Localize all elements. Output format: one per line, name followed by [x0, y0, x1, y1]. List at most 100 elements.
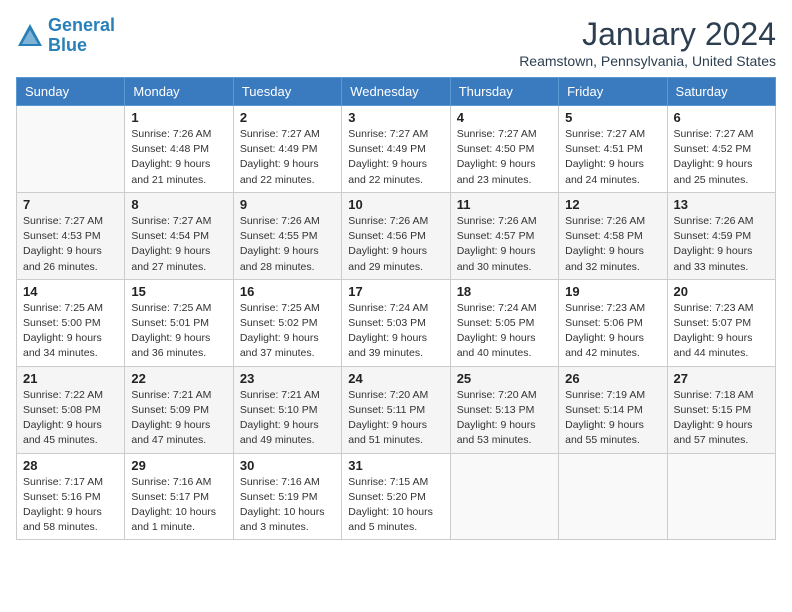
day-number: 28 — [23, 458, 118, 473]
day-info: Sunrise: 7:18 AMSunset: 5:15 PMDaylight:… — [674, 388, 769, 449]
day-info: Sunrise: 7:23 AMSunset: 5:07 PMDaylight:… — [674, 301, 769, 362]
weekday-header-saturday: Saturday — [667, 78, 775, 106]
day-number: 17 — [348, 284, 443, 299]
calendar-cell: 16 Sunrise: 7:25 AMSunset: 5:02 PMDayligh… — [233, 279, 341, 366]
day-info: Sunrise: 7:26 AMSunset: 4:48 PMDaylight:… — [131, 127, 226, 188]
calendar-cell: 4Sunrise: 7:27 AMSunset: 4:50 PMDaylight… — [450, 106, 558, 193]
location: Reamstown, Pennsylvania, United States — [519, 53, 776, 69]
weekday-header-monday: Monday — [125, 78, 233, 106]
day-number: 26 — [565, 371, 660, 386]
day-info: Sunrise: 7:19 AMSunset: 5:14 PMDaylight:… — [565, 388, 660, 449]
calendar-cell: 13Sunrise: 7:26 AMSunset: 4:59 PMDayligh… — [667, 192, 775, 279]
day-number: 8 — [131, 197, 226, 212]
calendar-cell: 12 Sunrise: 7:26 AMSunset: 4:58 PMDayligh… — [559, 192, 667, 279]
calendar-week-5: 28 Sunrise: 7:17 AMSunset: 5:16 PMDayligh… — [17, 453, 776, 540]
day-info: Sunrise: 7:16 AMSunset: 5:19 PMDaylight:… — [240, 475, 335, 536]
calendar-cell: 28 Sunrise: 7:17 AMSunset: 5:16 PMDayligh… — [17, 453, 125, 540]
day-info: Sunrise: 7:27 AMSunset: 4:52 PMDaylight:… — [674, 127, 769, 188]
calendar-cell: 29 Sunrise: 7:16 AMSunset: 5:17 PMDayligh… — [125, 453, 233, 540]
calendar-week-3: 14 Sunrise: 7:25 AMSunset: 5:00 PMDayligh… — [17, 279, 776, 366]
calendar-cell — [667, 453, 775, 540]
calendar-cell: 7 Sunrise: 7:27 AMSunset: 4:53 PMDaylight… — [17, 192, 125, 279]
day-info: Sunrise: 7:27 AMSunset: 4:49 PMDaylight:… — [348, 127, 443, 188]
day-number: 31 — [348, 458, 443, 473]
day-number: 6 — [674, 110, 769, 125]
day-number: 3 — [348, 110, 443, 125]
title-block: January 2024 Reamstown, Pennsylvania, Un… — [519, 16, 776, 69]
day-info: Sunrise: 7:17 AMSunset: 5:16 PMDaylight:… — [23, 475, 118, 536]
day-number: 20 — [674, 284, 769, 299]
day-number: 27 — [674, 371, 769, 386]
calendar-cell: 1 Sunrise: 7:26 AMSunset: 4:48 PMDaylight… — [125, 106, 233, 193]
calendar-cell: 5Sunrise: 7:27 AMSunset: 4:51 PMDaylight… — [559, 106, 667, 193]
logo: General Blue — [16, 16, 115, 56]
day-info: Sunrise: 7:25 AMSunset: 5:01 PMDaylight:… — [131, 301, 226, 362]
day-number: 10 — [348, 197, 443, 212]
weekday-header-row: SundayMondayTuesdayWednesdayThursdayFrid… — [17, 78, 776, 106]
day-info: Sunrise: 7:25 AMSunset: 5:02 PMDaylight:… — [240, 301, 335, 362]
calendar-cell: 6 Sunrise: 7:27 AMSunset: 4:52 PMDaylight… — [667, 106, 775, 193]
day-info: Sunrise: 7:26 AMSunset: 4:55 PMDaylight:… — [240, 214, 335, 275]
calendar-week-4: 21 Sunrise: 7:22 AMSunset: 5:08 PMDayligh… — [17, 366, 776, 453]
day-number: 13 — [674, 197, 769, 212]
calendar-cell: 8 Sunrise: 7:27 AMSunset: 4:54 PMDaylight… — [125, 192, 233, 279]
day-number: 18 — [457, 284, 552, 299]
day-number: 29 — [131, 458, 226, 473]
weekday-header-thursday: Thursday — [450, 78, 558, 106]
day-number: 24 — [348, 371, 443, 386]
calendar-cell: 17 Sunrise: 7:24 AMSunset: 5:03 PMDayligh… — [342, 279, 450, 366]
logo-line2: Blue — [48, 35, 87, 55]
day-info: Sunrise: 7:25 AMSunset: 5:00 PMDaylight:… — [23, 301, 118, 362]
day-info: Sunrise: 7:21 AMSunset: 5:09 PMDaylight:… — [131, 388, 226, 449]
day-number: 7 — [23, 197, 118, 212]
calendar-cell: 20 Sunrise: 7:23 AMSunset: 5:07 PMDayligh… — [667, 279, 775, 366]
day-info: Sunrise: 7:24 AMSunset: 5:05 PMDaylight:… — [457, 301, 552, 362]
calendar-cell: 3 Sunrise: 7:27 AMSunset: 4:49 PMDaylight… — [342, 106, 450, 193]
day-info: Sunrise: 7:16 AMSunset: 5:17 PMDaylight:… — [131, 475, 226, 536]
day-info: Sunrise: 7:27 AMSunset: 4:54 PMDaylight:… — [131, 214, 226, 275]
day-number: 16 — [240, 284, 335, 299]
day-info: Sunrise: 7:26 AMSunset: 4:58 PMDaylight:… — [565, 214, 660, 275]
day-info: Sunrise: 7:26 AMSunset: 4:57 PMDaylight:… — [457, 214, 552, 275]
day-info: Sunrise: 7:24 AMSunset: 5:03 PMDaylight:… — [348, 301, 443, 362]
calendar-cell: 10 Sunrise: 7:26 AMSunset: 4:56 PMDayligh… — [342, 192, 450, 279]
day-number: 22 — [131, 371, 226, 386]
day-info: Sunrise: 7:21 AMSunset: 5:10 PMDaylight:… — [240, 388, 335, 449]
calendar-cell: 2Sunrise: 7:27 AMSunset: 4:49 PMDaylight… — [233, 106, 341, 193]
day-number: 15 — [131, 284, 226, 299]
day-info: Sunrise: 7:22 AMSunset: 5:08 PMDaylight:… — [23, 388, 118, 449]
day-info: Sunrise: 7:27 AMSunset: 4:51 PMDaylight:… — [565, 127, 660, 188]
calendar-week-1: 1 Sunrise: 7:26 AMSunset: 4:48 PMDaylight… — [17, 106, 776, 193]
calendar-cell: 9Sunrise: 7:26 AMSunset: 4:55 PMDaylight… — [233, 192, 341, 279]
page-header: General Blue January 2024 Reamstown, Pen… — [16, 16, 776, 69]
day-number: 21 — [23, 371, 118, 386]
weekday-header-tuesday: Tuesday — [233, 78, 341, 106]
day-number: 19 — [565, 284, 660, 299]
calendar-cell: 26 Sunrise: 7:19 AMSunset: 5:14 PMDayligh… — [559, 366, 667, 453]
day-info: Sunrise: 7:15 AMSunset: 5:20 PMDaylight:… — [348, 475, 443, 536]
calendar-cell: 24Sunrise: 7:20 AMSunset: 5:11 PMDayligh… — [342, 366, 450, 453]
day-info: Sunrise: 7:27 AMSunset: 4:53 PMDaylight:… — [23, 214, 118, 275]
weekday-header-wednesday: Wednesday — [342, 78, 450, 106]
day-info: Sunrise: 7:27 AMSunset: 4:50 PMDaylight:… — [457, 127, 552, 188]
calendar-cell — [450, 453, 558, 540]
weekday-header-friday: Friday — [559, 78, 667, 106]
calendar-cell: 19Sunrise: 7:23 AMSunset: 5:06 PMDayligh… — [559, 279, 667, 366]
day-number: 11 — [457, 197, 552, 212]
day-number: 23 — [240, 371, 335, 386]
day-number: 12 — [565, 197, 660, 212]
logo-icon — [16, 22, 44, 50]
day-info: Sunrise: 7:20 AMSunset: 5:13 PMDaylight:… — [457, 388, 552, 449]
day-number: 1 — [131, 110, 226, 125]
calendar-table: SundayMondayTuesdayWednesdayThursdayFrid… — [16, 77, 776, 540]
calendar-cell: 21 Sunrise: 7:22 AMSunset: 5:08 PMDayligh… — [17, 366, 125, 453]
calendar-cell: 18 Sunrise: 7:24 AMSunset: 5:05 PMDayligh… — [450, 279, 558, 366]
calendar-cell: 23 Sunrise: 7:21 AMSunset: 5:10 PMDayligh… — [233, 366, 341, 453]
calendar-cell: 30 Sunrise: 7:16 AMSunset: 5:19 PMDayligh… — [233, 453, 341, 540]
calendar-cell: 15 Sunrise: 7:25 AMSunset: 5:01 PMDayligh… — [125, 279, 233, 366]
calendar-cell: 27 Sunrise: 7:18 AMSunset: 5:15 PMDayligh… — [667, 366, 775, 453]
day-number: 30 — [240, 458, 335, 473]
day-info: Sunrise: 7:26 AMSunset: 4:56 PMDaylight:… — [348, 214, 443, 275]
day-number: 14 — [23, 284, 118, 299]
calendar-week-2: 7 Sunrise: 7:27 AMSunset: 4:53 PMDaylight… — [17, 192, 776, 279]
